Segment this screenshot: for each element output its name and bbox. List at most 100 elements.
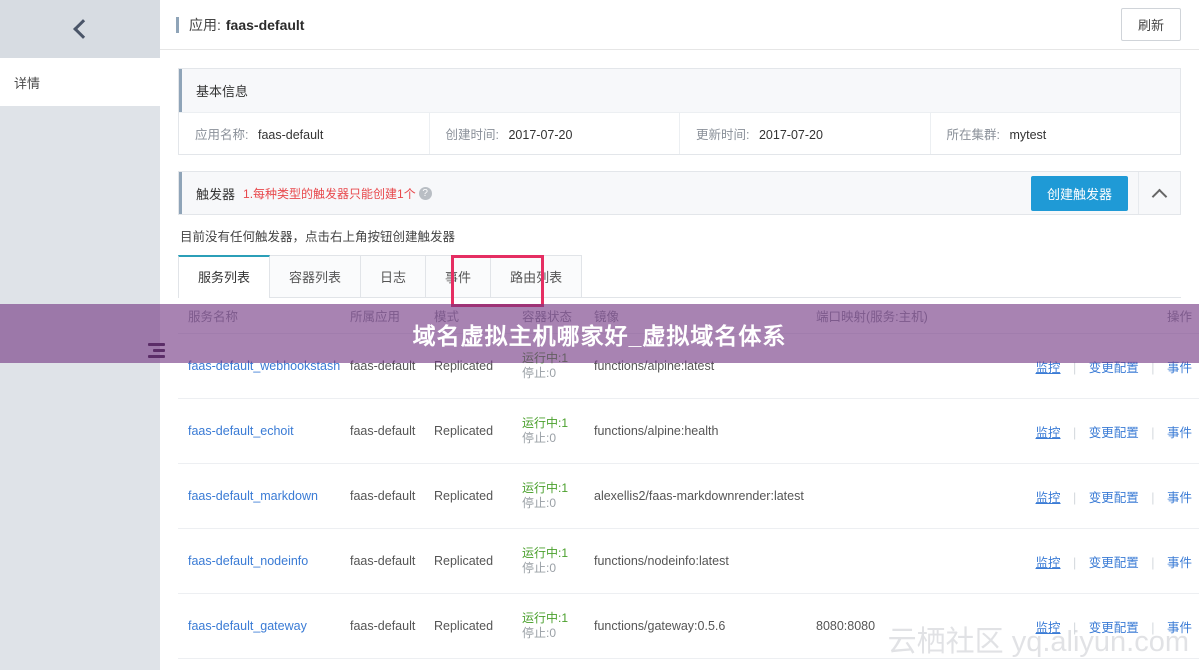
op-separator: | bbox=[1151, 425, 1155, 440]
top-bar: 应用: faas-default 刷新 bbox=[160, 0, 1199, 50]
monitor-link[interactable]: 监控 bbox=[1036, 621, 1061, 635]
question-mark-icon[interactable]: ? bbox=[418, 186, 432, 200]
info-key: 更新时间: bbox=[696, 128, 750, 142]
service-table-body: faas-default_webhookstash faas-default R… bbox=[178, 333, 1199, 670]
table-row: faas-default_nodeinfo faas-default Repli… bbox=[178, 528, 1199, 594]
change-config-link[interactable]: 变更配置 bbox=[1089, 621, 1139, 635]
cell-image: functions/gateway:0.5.6 bbox=[594, 593, 816, 659]
cell-operations: 监控 | 变更配置 | 事件 bbox=[1016, 463, 1199, 529]
basic-info-row: 应用名称: faas-default 创建时间: 2017-07-20 更新时间… bbox=[179, 112, 1180, 154]
cell-app: faas-default bbox=[350, 463, 434, 529]
info-key: 所在集群: bbox=[946, 128, 1000, 142]
cell-image: functions/nodeinfo:latest bbox=[594, 528, 816, 594]
triggers-panel: 触发器 1.每种类型的触发器只能创建1个 ? 创建触发器 bbox=[178, 171, 1181, 215]
info-value: 2017-07-20 bbox=[758, 128, 823, 142]
chevron-left-icon[interactable] bbox=[69, 18, 91, 40]
cell-mode: Replicated bbox=[434, 398, 522, 464]
cell-port bbox=[816, 398, 1016, 464]
sidebar-filler bbox=[0, 106, 160, 670]
status-stopped: 停止:0 bbox=[522, 431, 557, 445]
cell-port bbox=[816, 463, 1016, 529]
sidebar-collapse-icon[interactable] bbox=[148, 343, 165, 360]
op-separator: | bbox=[1151, 555, 1155, 570]
cell-app: faas-default bbox=[350, 658, 434, 670]
cell-mode: Replicated bbox=[434, 528, 522, 594]
events-link[interactable]: 事件 bbox=[1167, 556, 1192, 570]
tab-container-list[interactable]: 容器列表 bbox=[269, 255, 362, 297]
cell-app: faas-default bbox=[350, 398, 434, 464]
tab-label: 事件 bbox=[445, 270, 472, 285]
status-stopped: 停止:0 bbox=[522, 366, 557, 380]
cell-mode: Replicated bbox=[434, 593, 522, 659]
app-root: 详情 应用: faas-default 刷新 基本信息 应用名称: faas-d… bbox=[0, 0, 1199, 670]
status-running: 运行中:1 bbox=[522, 611, 569, 625]
cell-image: functions/alpine:health bbox=[594, 658, 816, 670]
table-row: faas-default_gateway faas-default Replic… bbox=[178, 593, 1199, 659]
table-row: faas-default_wordcount faas-default Repl… bbox=[178, 658, 1199, 670]
cell-status: 运行中:1 停止:0 bbox=[522, 398, 594, 464]
tab-logs[interactable]: 日志 bbox=[360, 255, 427, 297]
table-row: faas-default_markdown faas-default Repli… bbox=[178, 463, 1199, 529]
op-separator: | bbox=[1073, 425, 1077, 440]
op-separator: | bbox=[1073, 620, 1077, 635]
cell-mode: Replicated bbox=[434, 463, 522, 529]
cell-image: alexellis2/faas-markdownrender:latest bbox=[594, 463, 816, 529]
triggers-collapse-toggle[interactable] bbox=[1138, 172, 1180, 214]
info-field-create-time: 创建时间: 2017-07-20 bbox=[430, 113, 680, 154]
tab-label: 服务列表 bbox=[198, 270, 251, 285]
tab-label: 日志 bbox=[380, 270, 407, 285]
overlay-title: 域名虚拟主机哪家好_虚拟域名体系 bbox=[412, 322, 787, 349]
monitor-link[interactable]: 监控 bbox=[1036, 426, 1061, 440]
tab-route-list[interactable]: 路由列表 bbox=[490, 255, 583, 297]
status-stopped: 停止:0 bbox=[522, 496, 557, 510]
op-separator: | bbox=[1073, 555, 1077, 570]
service-name-link[interactable]: faas-default_markdown bbox=[188, 489, 318, 503]
events-link[interactable]: 事件 bbox=[1167, 426, 1192, 440]
create-trigger-button[interactable]: 创建触发器 bbox=[1030, 175, 1128, 211]
cell-status: 运行中:1 停止:0 bbox=[522, 528, 594, 594]
tab-events[interactable]: 事件 bbox=[425, 255, 492, 297]
events-link[interactable]: 事件 bbox=[1167, 621, 1192, 635]
change-config-link[interactable]: 变更配置 bbox=[1089, 556, 1139, 570]
service-name-link[interactable]: faas-default_echoit bbox=[188, 424, 294, 438]
sidebar-item-details[interactable]: 详情 bbox=[0, 58, 160, 106]
info-value: faas-default bbox=[257, 128, 324, 142]
cell-status: 运行中:1 停止:0 bbox=[522, 593, 594, 659]
sidebar-header bbox=[0, 0, 160, 58]
cell-operations: 监控 | 变更配置 | 事件 bbox=[1016, 398, 1199, 464]
cell-port bbox=[816, 658, 1016, 670]
monitor-link[interactable]: 监控 bbox=[1036, 491, 1061, 505]
service-name-link[interactable]: faas-default_nodeinfo bbox=[188, 554, 308, 568]
triggers-warning: 1.每种类型的触发器只能创建1个 bbox=[243, 186, 416, 201]
caret-up-icon bbox=[1154, 188, 1165, 199]
refresh-button[interactable]: 刷新 bbox=[1120, 8, 1181, 41]
tab-service-list[interactable]: 服务列表 bbox=[178, 255, 271, 298]
title-accent-bar bbox=[176, 16, 179, 33]
cell-port bbox=[816, 528, 1016, 594]
collapse-bar bbox=[148, 355, 165, 358]
tabs-container: 服务列表 容器列表 日志 事件 路由列表 bbox=[178, 255, 1181, 307]
info-value: 2017-07-20 bbox=[508, 128, 573, 142]
service-name-link[interactable]: faas-default_gateway bbox=[188, 619, 307, 633]
monitor-link[interactable]: 监控 bbox=[1036, 556, 1061, 570]
collapse-bar bbox=[148, 343, 165, 346]
triggers-title: 触发器 bbox=[196, 186, 236, 202]
info-field-update-time: 更新时间: 2017-07-20 bbox=[680, 113, 931, 154]
op-separator: | bbox=[1151, 620, 1155, 635]
op-separator: | bbox=[1151, 490, 1155, 505]
sidebar-item-label: 详情 bbox=[14, 75, 41, 91]
events-link[interactable]: 事件 bbox=[1167, 491, 1192, 505]
cell-port: 8080:8080 bbox=[816, 593, 1016, 659]
status-running: 运行中:1 bbox=[522, 546, 569, 560]
change-config-link[interactable]: 变更配置 bbox=[1089, 426, 1139, 440]
change-config-link[interactable]: 变更配置 bbox=[1089, 491, 1139, 505]
cell-image: functions/alpine:health bbox=[594, 398, 816, 464]
cell-operations: 监控 | 变更配置 | 事件 bbox=[1016, 528, 1199, 594]
info-key: 创建时间: bbox=[445, 128, 499, 142]
op-separator: | bbox=[1073, 490, 1077, 505]
status-stopped: 停止:0 bbox=[522, 626, 557, 640]
tab-label: 容器列表 bbox=[289, 270, 342, 285]
info-key: 应用名称: bbox=[195, 128, 249, 142]
cell-operations: 监控 | 变更配置 | 事件 bbox=[1016, 593, 1199, 659]
cell-app: faas-default bbox=[350, 593, 434, 659]
